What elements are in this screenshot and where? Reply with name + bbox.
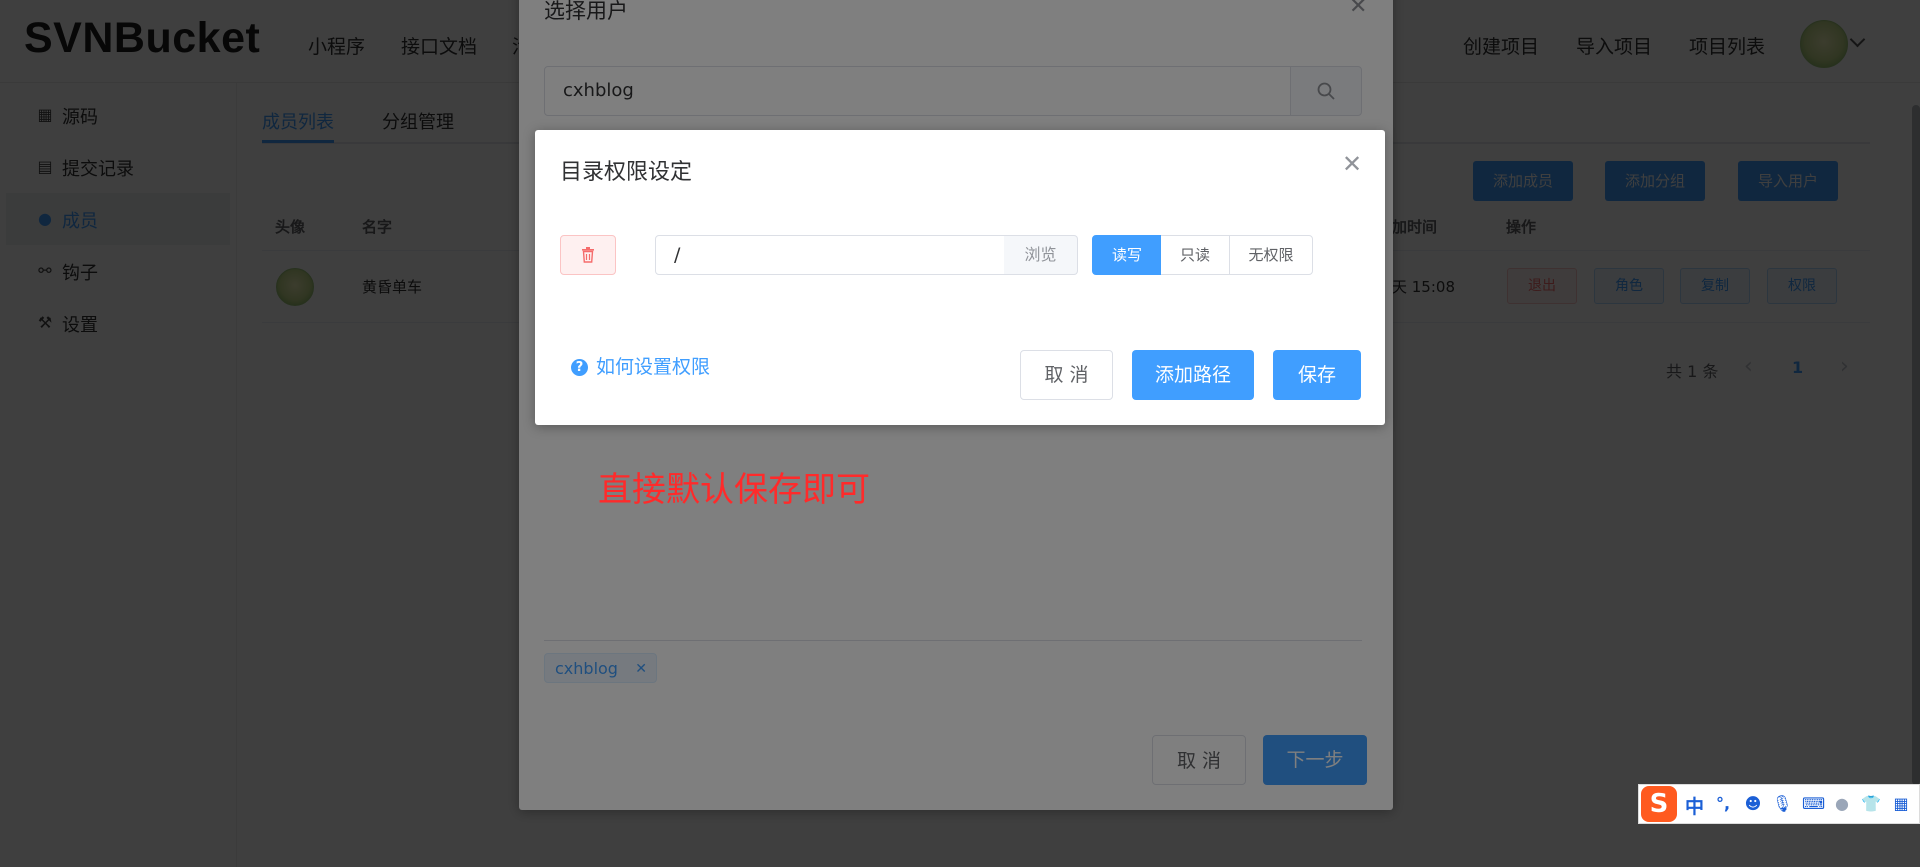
user-profile-icon[interactable]: ●	[1832, 794, 1852, 814]
help-link-label: 如何设置权限	[596, 356, 711, 378]
annotation-text: 直接默认保存即可	[598, 470, 870, 510]
dialog-title: 目录权限设定	[560, 160, 693, 185]
ime-toolbar[interactable]: S 中 °, ☻ 🎙 ⌨ ● 👕 ▦	[1638, 784, 1920, 824]
skin-shirt-icon[interactable]: 👕	[1861, 794, 1881, 814]
directory-permission-dialog: 目录权限设定 ✕ / 浏览 读写 只读 无权限 ? 如何设置权限 取 消 添加路径…	[535, 130, 1385, 425]
close-icon[interactable]: ✕	[1342, 152, 1362, 176]
toolbox-grid-icon[interactable]: ▦	[1891, 794, 1911, 814]
path-input-value: /	[674, 244, 681, 266]
cancel-button[interactable]: 取 消	[1020, 350, 1113, 400]
ime-punctuation-indicator[interactable]: °,	[1713, 794, 1733, 814]
option-read-write[interactable]: 读写	[1092, 235, 1162, 275]
browse-button[interactable]: 浏览	[1004, 235, 1078, 275]
save-button[interactable]: 保存	[1273, 350, 1361, 400]
add-path-button[interactable]: 添加路径	[1132, 350, 1254, 400]
emoji-icon[interactable]: ☻	[1743, 794, 1763, 814]
microphone-icon[interactable]: 🎙	[1772, 794, 1792, 814]
option-read-only[interactable]: 只读	[1161, 235, 1230, 275]
trash-icon	[582, 247, 594, 263]
option-no-access[interactable]: 无权限	[1229, 235, 1313, 275]
delete-path-button[interactable]	[560, 235, 616, 275]
keyboard-icon[interactable]: ⌨	[1802, 794, 1825, 814]
sogou-logo-icon[interactable]: S	[1641, 786, 1677, 822]
path-input[interactable]: /	[655, 235, 1005, 275]
permission-help-link[interactable]: ? 如何设置权限	[571, 352, 710, 379]
question-icon: ?	[571, 359, 588, 376]
ime-mode-indicator[interactable]: 中	[1685, 792, 1704, 819]
